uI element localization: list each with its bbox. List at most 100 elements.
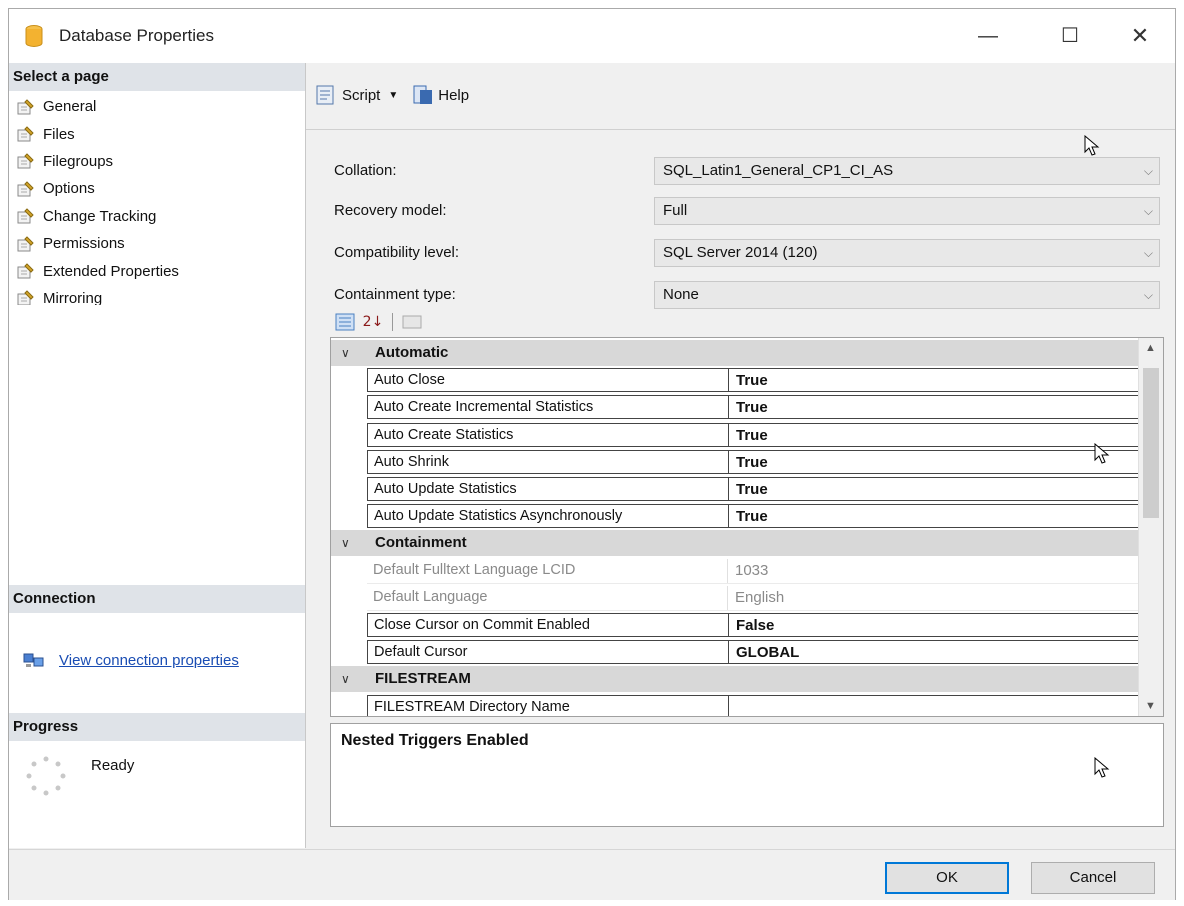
page-item-mirroring[interactable]: Mirroring [17,285,297,305]
property-divider [728,614,729,636]
collation-label: Collation: [334,162,397,179]
property-pages-button[interactable] [401,312,423,332]
property-value: English [735,588,785,606]
chevron-down-icon[interactable]: ∨ [341,666,350,692]
property-name: Default Cursor [374,644,468,661]
property-row[interactable]: Auto Create Incremental Statistics True [367,395,1139,420]
chevron-down-icon[interactable]: ∨ [341,340,350,366]
property-row: Default Language English [367,585,1139,611]
compat-row: Compatibility level: SQL Server 2014 (12… [334,239,1164,267]
collation-value: SQL_Latin1_General_CP1_CI_AS [663,162,894,179]
recovery-label: Recovery model: [334,202,447,219]
property-name: Auto Create Statistics [374,426,514,443]
property-row[interactable]: Auto Update Statistics Asynchronously Tru… [367,504,1139,529]
alphabetical-sort-icon: 2↓ [362,314,384,330]
property-name: Auto Update Statistics [374,481,517,497]
progress-spinner-icon [26,756,66,796]
page-item-options[interactable]: Options [17,175,297,202]
toolbar-separator [306,129,1175,130]
compatibility-level-select[interactable]: SQL Server 2014 (120) ⌵ [654,239,1160,267]
chevron-down-icon: ⌵ [1143,246,1153,260]
window-title: Database Properties [59,26,214,45]
property-row[interactable]: Auto Shrink True [367,449,1139,474]
page-item-permissions[interactable]: Permissions [17,230,297,257]
category-automatic[interactable]: ∨ Automatic [331,340,1139,366]
property-value[interactable]: GLOBAL [736,644,799,661]
wrench-page-icon [17,208,34,224]
property-name: Auto Shrink [374,453,449,470]
property-name: Default Fulltext Language LCID [373,561,576,578]
help-button[interactable]: Help [412,84,469,106]
page-item-general[interactable]: General [17,93,297,120]
categorized-button[interactable] [334,312,356,332]
category-label: Automatic [375,344,449,361]
page-item-label: Mirroring [43,289,103,305]
category-filestream[interactable]: ∨ FILESTREAM [331,666,1139,693]
property-divider [728,450,729,473]
scrollbar-thumb[interactable] [1143,368,1159,518]
property-row[interactable]: Close Cursor on Commit Enabled False [367,613,1139,637]
title-bar: Database Properties — ☐ ✕ [9,9,1175,63]
minimize-button[interactable]: — [959,9,1017,63]
view-connection-properties-link[interactable]: View connection properties [23,651,239,669]
scroll-down-icon[interactable]: ▼ [1145,700,1156,712]
compat-label: Compatibility level: [334,244,460,261]
containment-type-select[interactable]: None ⌵ [654,281,1160,309]
property-row[interactable]: Auto Close True [367,368,1139,393]
property-row[interactable]: Auto Create Statistics True [367,422,1139,447]
page-item-extended-properties[interactable]: Extended Properties [17,257,297,284]
recovery-model-select[interactable]: Full ⌵ [654,197,1160,225]
collation-select[interactable]: SQL_Latin1_General_CP1_CI_AS ⌵ [654,157,1160,185]
cancel-button[interactable]: Cancel [1031,862,1155,894]
page-item-change-tracking[interactable]: Change Tracking [17,203,297,230]
connection-header: Connection [9,585,305,613]
property-divider [728,695,729,716]
script-icon [316,85,334,105]
script-button[interactable]: Script ▼ [314,84,398,106]
property-pages-icon [402,315,422,329]
property-divider [728,369,729,392]
chevron-down-icon: ⌵ [1143,288,1153,302]
wrench-page-icon [17,181,34,197]
property-divider [728,478,729,500]
property-divider [728,641,729,664]
scroll-up-icon[interactable]: ▲ [1145,342,1156,354]
property-name: Auto Create Incremental Statistics [374,399,594,416]
property-row[interactable]: Default Cursor GLOBAL [367,640,1139,665]
property-value[interactable]: True [736,372,768,389]
property-value[interactable]: True [736,399,768,416]
property-value[interactable]: True [736,508,768,525]
connection-link-text[interactable]: View connection properties [59,652,239,669]
database-icon [25,25,43,47]
category-containment[interactable]: ∨ Containment [331,530,1139,557]
script-dropdown-icon[interactable]: ▼ [388,90,398,101]
grid-scrollbar[interactable]: ▲ ▼ [1138,338,1163,716]
property-value[interactable]: True [736,454,768,471]
recovery-value: Full [663,202,688,219]
mouse-cursor-icon [1094,757,1110,778]
compat-value: SQL Server 2014 (120) [663,244,818,261]
chevron-down-icon: ⌵ [1143,204,1153,218]
alphabetical-button[interactable]: 2↓ [362,312,384,332]
property-name: FILESTREAM Directory Name [374,698,570,715]
containment-label: Containment type: [334,286,456,303]
property-value[interactable]: True [736,427,768,444]
page-item-label: Filegroups [43,152,114,170]
close-button[interactable]: ✕ [1111,9,1169,63]
page-item-files[interactable]: Files [17,120,297,147]
property-value[interactable]: False [736,617,774,634]
description-title: Nested Triggers Enabled [341,732,529,749]
property-name: Close Cursor on Commit Enabled [374,617,590,633]
left-pane: Select a page General Files Filegroups Opti… [9,63,306,848]
ok-button[interactable]: OK [885,862,1009,894]
maximize-button[interactable]: ☐ [1041,9,1099,63]
property-value[interactable]: True [736,481,768,498]
category-label: FILESTREAM [375,670,471,688]
page-item-filegroups[interactable]: Filegroups [17,148,297,175]
property-grid-toolbar: 2↓ [334,311,429,333]
property-row[interactable]: FILESTREAM Directory Name [367,694,1139,716]
chevron-down-icon[interactable]: ∨ [341,530,350,556]
toolbar: Script ▼ Help [314,77,483,113]
property-divider [728,423,729,446]
property-row[interactable]: Auto Update Statistics True [367,477,1139,501]
